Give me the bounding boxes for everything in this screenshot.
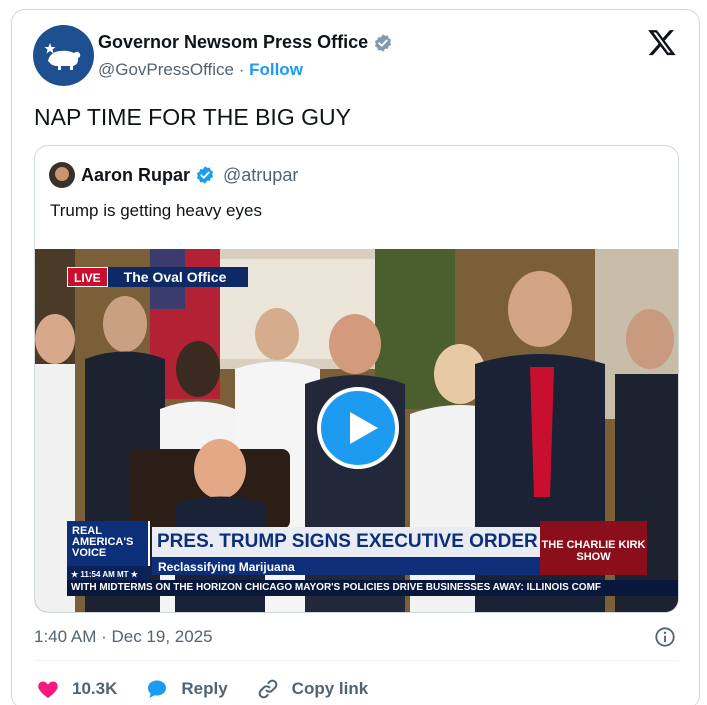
reply-button[interactable]: Reply (145, 677, 228, 701)
author-name[interactable]: Governor Newsom Press Office (98, 32, 368, 53)
live-badge: LIVE (67, 267, 108, 287)
quoted-post[interactable]: Aaron Rupar @atrupar Trump is getting he… (34, 145, 679, 613)
follow-button[interactable]: Follow (249, 60, 303, 79)
verified-badge-icon (196, 166, 214, 184)
news-ticker: WITH MIDTERMS ON THE HORIZON CHICAGO MAY… (67, 580, 678, 596)
post-timestamp[interactable]: 1:40 AM · Dec 19, 2025 (34, 627, 213, 647)
california-bear-icon (44, 43, 81, 70)
action-bar: 10.3K Reply Copy link (36, 677, 396, 701)
author-avatar[interactable] (33, 25, 94, 86)
speech-bubble-icon (148, 680, 167, 698)
like-count: 10.3K (72, 679, 118, 698)
embedded-post-card: Governor Newsom Press Office @GovPressOf… (11, 9, 700, 705)
location-banner: The Oval Office (107, 267, 249, 287)
quoted-author-name[interactable]: Aaron Rupar (81, 165, 190, 186)
like-button[interactable]: 10.3K (36, 677, 117, 701)
info-icon[interactable] (654, 626, 676, 648)
author-handle[interactable]: @GovPressOffice (98, 60, 234, 79)
network-logo-line: VOICE (72, 547, 107, 559)
video-player[interactable]: LIVE The Oval Office REAL AMERICA'S VOIC… (35, 249, 678, 612)
heart-icon (38, 681, 58, 698)
network-logo: REAL AMERICA'S VOICE ★ 11:54 AM MT ★ (67, 521, 150, 581)
divider (34, 660, 679, 661)
news-chyron: REAL AMERICA'S VOICE ★ 11:54 AM MT ★ PRE… (67, 521, 647, 581)
copy-link-button[interactable]: Copy link (256, 677, 369, 701)
link-icon (258, 679, 278, 699)
quoted-post-text: Trump is getting heavy eyes (50, 201, 262, 220)
verified-badge-icon (375, 33, 392, 52)
show-logo: THE CHARLIE KIRK SHOW (540, 521, 647, 575)
copy-link-label: Copy link (291, 679, 369, 698)
chyron-headline: PRES. TRUMP SIGNS EXECUTIVE ORDER (152, 527, 540, 557)
reply-label: Reply (181, 679, 228, 698)
x-logo-icon[interactable] (647, 27, 677, 57)
chyron-subheadline: Reclassifying Marijuana (152, 557, 540, 575)
quoted-author-handle[interactable]: @atrupar (223, 165, 298, 186)
quoted-author-avatar[interactable] (49, 162, 75, 188)
post-text: NAP TIME FOR THE BIG GUY (34, 104, 351, 130)
handle-separator: · (233, 60, 250, 79)
broadcast-time: ★ 11:54 AM MT ★ (67, 566, 150, 581)
play-button[interactable] (317, 387, 399, 469)
